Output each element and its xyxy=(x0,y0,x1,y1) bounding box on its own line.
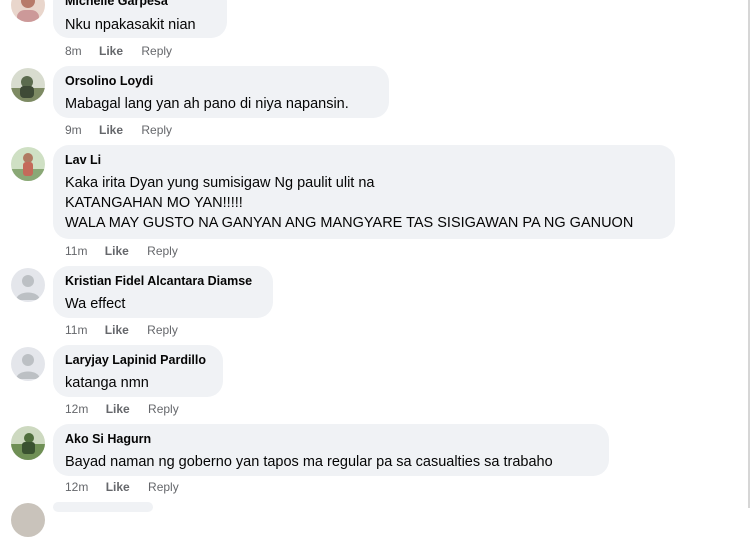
comment-text: Mabagal lang yan ah pano di niya napansi… xyxy=(65,96,349,112)
avatar[interactable] xyxy=(11,426,45,460)
default-avatar-icon xyxy=(11,268,45,302)
comment-actions: 11m Like Reply xyxy=(65,323,178,337)
comment-author[interactable]: Michelle Garpesa xyxy=(65,0,215,9)
like-button[interactable]: Like xyxy=(99,44,123,58)
reply-button[interactable]: Reply xyxy=(147,323,178,337)
comment-bubble: Michelle Garpesa Nku npakasakit nian xyxy=(53,0,227,38)
comment-author[interactable]: Laryjay Lapinid Pardillo xyxy=(65,352,211,368)
comment-time[interactable]: 12m xyxy=(65,402,88,416)
avatar[interactable] xyxy=(11,147,45,181)
comment-text: WALA MAY GUSTO NA GANYAN ANG MANGYARE TA… xyxy=(65,215,634,231)
avatar[interactable] xyxy=(11,68,45,102)
avatar[interactable] xyxy=(11,347,45,381)
comment-text: katanga nmn xyxy=(65,375,149,391)
comment-bubble: Ako Si Hagurn Bayad naman ng goberno yan… xyxy=(53,424,609,476)
avatar[interactable] xyxy=(11,268,45,302)
comment-bubble xyxy=(53,502,153,512)
comment-time[interactable]: 11m xyxy=(65,323,87,337)
comment-text: Nku npakasakit nian xyxy=(65,17,196,33)
user-photo-icon xyxy=(11,426,45,460)
comment-actions: 11m Like Reply xyxy=(65,244,178,258)
avatar[interactable] xyxy=(11,503,45,537)
comment-actions: 12m Like Reply xyxy=(65,402,179,416)
comment-author[interactable]: Lav Li xyxy=(65,152,663,168)
avatar[interactable] xyxy=(11,0,45,22)
default-avatar-icon xyxy=(11,347,45,381)
like-button[interactable]: Like xyxy=(99,123,123,137)
comment-actions: 12m Like Reply xyxy=(65,480,179,494)
comment-actions: 8m Like Reply xyxy=(65,44,172,58)
reply-button[interactable]: Reply xyxy=(147,244,178,258)
reply-button[interactable]: Reply xyxy=(148,402,179,416)
comment-author[interactable]: Orsolino Loydi xyxy=(65,73,377,89)
comment-bubble: Laryjay Lapinid Pardillo katanga nmn xyxy=(53,345,223,397)
comment-bubble: Kristian Fidel Alcantara Diamse Wa effec… xyxy=(53,266,273,318)
comment-text: Wa effect xyxy=(65,296,126,312)
user-photo-icon xyxy=(11,147,45,181)
like-button[interactable]: Like xyxy=(106,480,130,494)
user-photo-icon xyxy=(11,503,45,537)
comment-time[interactable]: 12m xyxy=(65,480,88,494)
reply-button[interactable]: Reply xyxy=(141,44,172,58)
comment-time[interactable]: 9m xyxy=(65,123,82,137)
comment-bubble: Lav Li Kaka irita Dyan yung sumisigaw Ng… xyxy=(53,145,675,239)
comment-text: Bayad naman ng goberno yan tapos ma regu… xyxy=(65,454,553,470)
comment-time[interactable]: 11m xyxy=(65,244,87,258)
comment-text: Kaka irita Dyan yung sumisigaw Ng paulit… xyxy=(65,175,375,191)
like-button[interactable]: Like xyxy=(106,402,130,416)
like-button[interactable]: Like xyxy=(105,323,129,337)
reply-button[interactable]: Reply xyxy=(148,480,179,494)
comment-author[interactable]: Kristian Fidel Alcantara Diamse xyxy=(65,273,261,289)
comment-text: KATANGAHAN MO YAN!!!!! xyxy=(65,195,243,211)
reply-button[interactable]: Reply xyxy=(141,123,172,137)
comment-author[interactable]: Ako Si Hagurn xyxy=(65,431,597,447)
comment-actions: 9m Like Reply xyxy=(65,123,172,137)
user-photo-icon xyxy=(11,0,45,22)
comment-time[interactable]: 8m xyxy=(65,44,82,58)
user-photo-icon xyxy=(11,68,45,102)
comment-bubble: Orsolino Loydi Mabagal lang yan ah pano … xyxy=(53,66,389,118)
like-button[interactable]: Like xyxy=(105,244,129,258)
